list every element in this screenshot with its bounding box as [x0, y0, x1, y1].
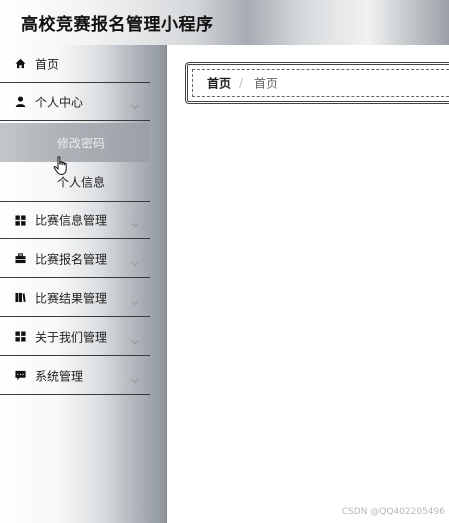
user-icon: [14, 96, 26, 108]
sidebar-item-registration[interactable]: 比赛报名管理: [0, 240, 150, 278]
sidebar-item-results[interactable]: 比赛结果管理: [0, 279, 150, 317]
app-title: 高校竞赛报名管理小程序: [21, 15, 214, 35]
chevron-down-icon: [130, 254, 140, 266]
sidebar-item-competition-info[interactable]: 比赛信息管理: [0, 201, 150, 239]
sidebar-item-label: 首页: [35, 57, 60, 71]
grid-icon: [14, 214, 26, 226]
sidebar-item-personal-center[interactable]: 个人中心: [0, 83, 150, 121]
home-icon: [14, 58, 26, 70]
sidebar-item-label: 个人中心: [35, 95, 84, 109]
sidebar-item-label: 比赛结果管理: [35, 291, 108, 305]
sidebar-item-about-us[interactable]: 关于我们管理: [0, 318, 150, 356]
sidebar: 首页 个人中心 修改密码 个人信息 比赛信息管理 比赛报名管理 比赛结果管理 关…: [0, 45, 167, 523]
sidebar-item-label: 系统管理: [35, 369, 84, 383]
sidebar-item-home[interactable]: 首页: [0, 45, 150, 83]
watermark: CSDN @QQ402205496: [341, 507, 445, 517]
grid-icon: [14, 331, 26, 343]
briefcase-icon: [14, 253, 26, 265]
sidebar-subitem-label: 修改密码: [57, 136, 106, 150]
breadcrumb-current: 首页: [254, 76, 279, 91]
sidebar-item-label: 比赛报名管理: [35, 252, 108, 266]
chevron-down-icon: [130, 293, 140, 305]
app-header: 高校竞赛报名管理小程序: [0, 0, 449, 45]
sidebar-item-label: 关于我们管理: [35, 330, 108, 344]
breadcrumb-separator: /: [239, 76, 244, 90]
chevron-down-icon: [130, 371, 140, 383]
breadcrumb: 首页 / 首页: [185, 62, 449, 104]
sidebar-subitem-change-password[interactable]: 修改密码: [0, 123, 150, 162]
pointer-cursor-icon: [53, 156, 69, 176]
book-icon: [14, 292, 26, 304]
sidebar-item-system[interactable]: 系统管理: [0, 357, 150, 395]
chevron-down-icon: [130, 215, 140, 228]
sidebar-item-label: 比赛信息管理: [35, 213, 108, 228]
chat-icon: [14, 370, 26, 382]
sidebar-subitem-personal-info[interactable]: 个人信息: [0, 162, 150, 201]
breadcrumb-home-link[interactable]: 首页: [207, 75, 231, 92]
chevron-down-icon: [130, 97, 140, 109]
chevron-down-icon: [130, 332, 140, 344]
